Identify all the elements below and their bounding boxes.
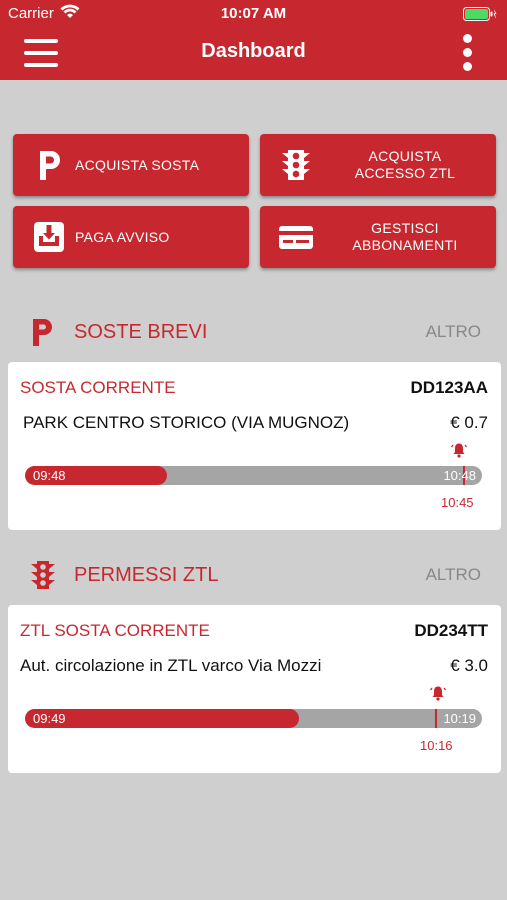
buy-ztl-label-line2: ACCESSO ZTL [354,165,456,181]
ztl-price: € 3.0 [450,656,488,675]
short-parking-section-header: SOSTE BREVI ALTRO [0,312,507,352]
start-time: 09:49 [33,711,66,726]
section-title: PERMESSI ZTL [74,564,219,586]
buy-parking-label: ACQUISTA SOSTA [75,157,200,173]
end-time: 10:48 [443,468,476,483]
buy-ztl-access-label: ACQUISTA ACCESSO ZTL [322,134,488,196]
ztl-description: Aut. circolazione in ZTL varco Via Mozzi [20,656,322,675]
alarm-marker [435,709,438,728]
ztl-permits-section-header: PERMESSI ZTL ALTRO [0,555,507,595]
current-ztl-card[interactable]: ZTL SOSTA CORRENTE DD234TT Aut. circolaz… [8,605,501,773]
more-link[interactable]: ALTRO [426,565,481,585]
app-header: Dashboard [0,28,507,80]
manage-subscriptions-label: GESTISCI ABBONAMENTI [322,206,488,268]
pay-notice-button[interactable]: PAGA AVVISO [13,206,249,268]
license-plate: DD234TT [414,621,488,640]
status-time: 10:07 AM [220,5,287,22]
card-icon [279,226,313,249]
more-vertical-icon[interactable] [461,34,473,72]
buy-parking-button[interactable]: ACQUISTA SOSTA [13,134,249,196]
battery-icon [463,7,497,21]
parking-progress-bar: 09:48 10:48 [25,466,482,485]
pay-notice-label: PAGA AVVISO [75,229,170,245]
alarm-bell-icon [451,443,467,458]
current-parking-card[interactable]: SOSTA CORRENTE DD123AA PARK CENTRO STORI… [8,362,501,530]
parking-icon [33,319,52,346]
card-title: ZTL SOSTA CORRENTE [20,621,210,640]
more-link[interactable]: ALTRO [426,322,481,342]
page-title: Dashboard [201,40,306,62]
manage-subs-label-line2: ABBONAMENTI [352,237,458,253]
end-time: 10:19 [443,711,476,726]
charging-bolt-icon [493,9,497,19]
traffic-light-icon [282,150,310,180]
manage-subscriptions-button[interactable]: GESTISCI ABBONAMENTI [260,206,496,268]
alarm-time: 10:16 [420,738,453,753]
progress-fill [25,709,300,728]
license-plate: DD123AA [410,378,488,397]
download-box-icon [34,222,64,252]
parking-location: PARK CENTRO STORICO (VIA MUGNOZ) [23,413,350,432]
status-bar: Carrier 10:07 AM [0,0,507,28]
buy-ztl-access-button[interactable]: ACQUISTA ACCESSO ZTL [260,134,496,196]
card-title: SOSTA CORRENTE [20,378,176,397]
alarm-time: 10:45 [441,495,474,510]
section-title: SOSTE BREVI [74,321,208,343]
start-time: 09:48 [33,468,66,483]
buy-ztl-label-line1: ACQUISTA [368,148,442,164]
alarm-bell-icon [430,686,446,701]
parking-price: € 0.7 [450,413,488,432]
traffic-light-icon [31,561,55,589]
ztl-progress-bar: 09:49 10:19 [25,709,482,728]
parking-icon [40,151,60,180]
manage-subs-label-line1: GESTISCI [371,220,439,236]
